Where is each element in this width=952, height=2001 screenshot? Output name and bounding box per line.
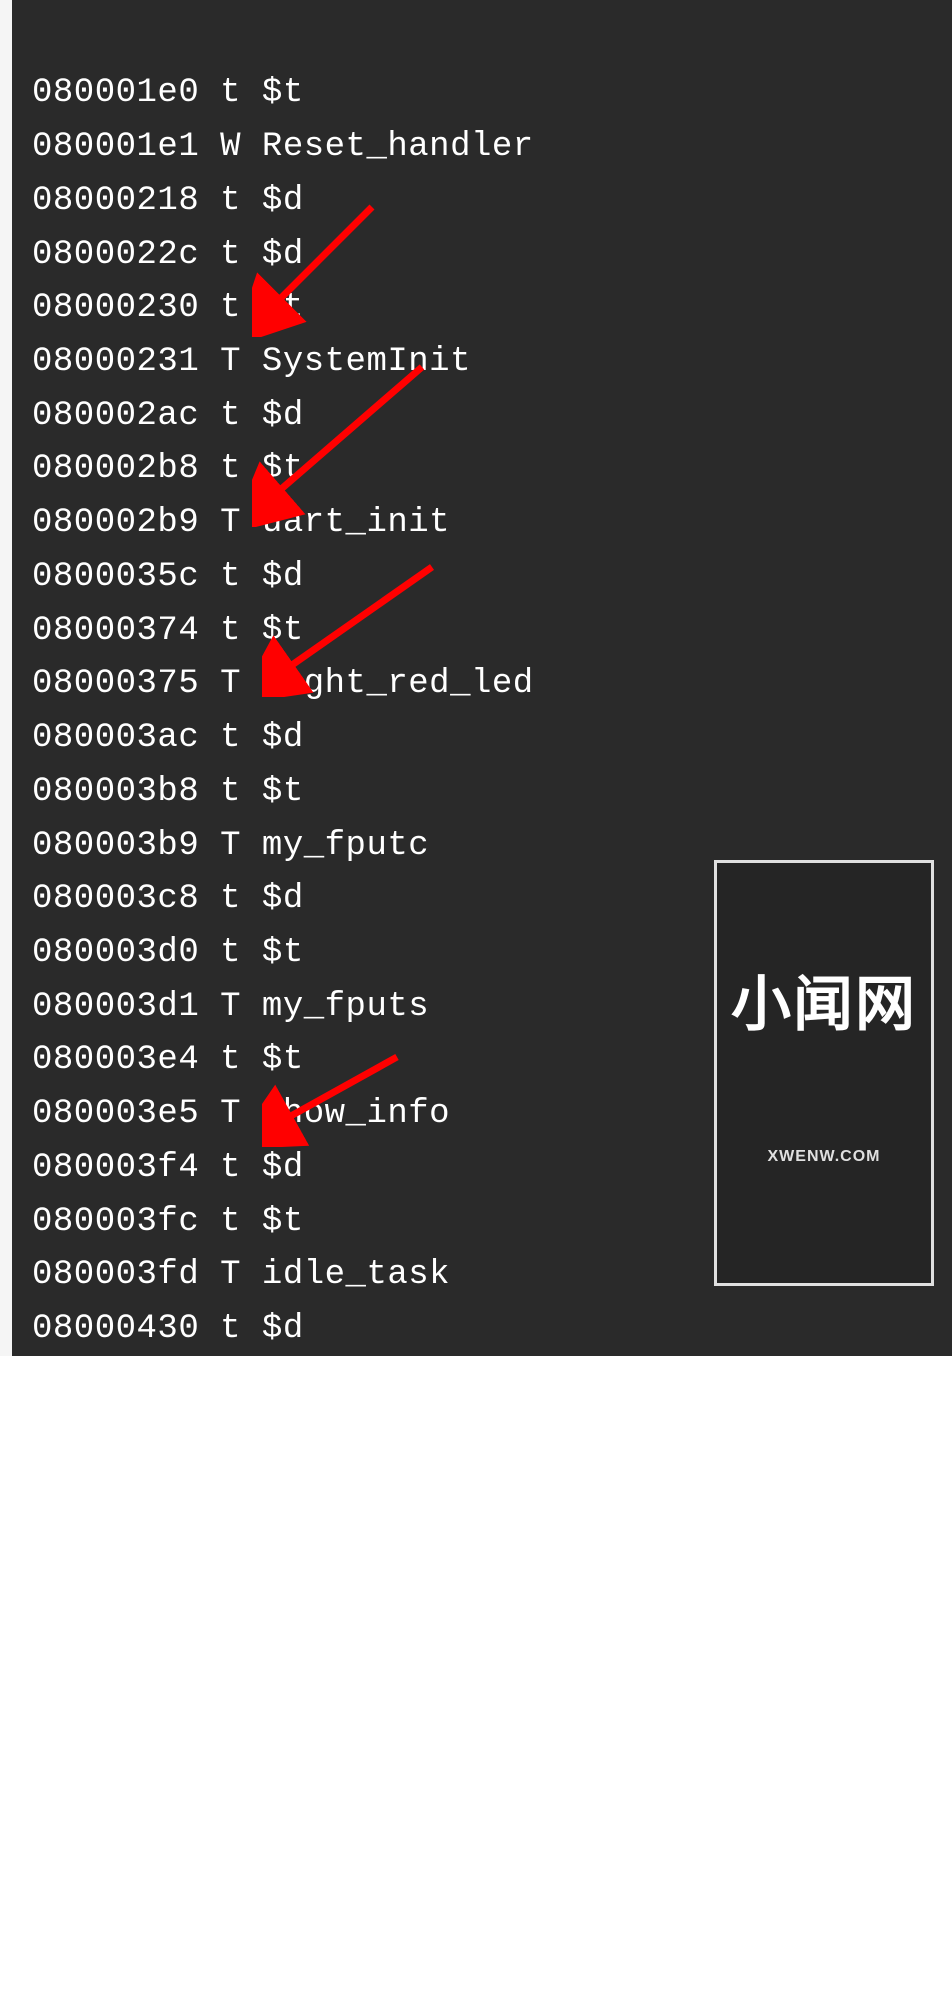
symbol-line: 080002b8 t $t — [32, 443, 952, 497]
symbol-line: 080002ac t $d — [32, 390, 952, 444]
symbol-line: 080002b9 T uart_init — [32, 497, 952, 551]
symbol-line: 0800022c t $d — [32, 229, 952, 283]
terminal-output: 080001e0 t $t080001e1 W Reset_handler080… — [12, 0, 952, 1356]
symbol-line: 08000430 t $d — [32, 1303, 952, 1357]
symbol-line: 080001e1 W Reset_handler — [32, 121, 952, 175]
watermark: 小闻网 XWENW.COM — [714, 860, 934, 1286]
symbol-line: 0800035c t $d — [32, 551, 952, 605]
symbol-line: 080001e0 t $t — [32, 67, 952, 121]
symbol-line: 08000230 t $t — [32, 282, 952, 336]
symbol-line: 080003ac t $d — [32, 712, 952, 766]
symbol-line: 080003b8 t $t — [32, 766, 952, 820]
watermark-url: XWENW.COM — [731, 1144, 917, 1169]
symbol-line: 08000375 T light_red_led — [32, 658, 952, 712]
symbol-line: 08000231 T SystemInit — [32, 336, 952, 390]
symbol-line: 08000218 t $d — [32, 175, 952, 229]
left-gutter — [0, 0, 12, 1356]
symbol-line: 08000374 t $t — [32, 605, 952, 659]
symbol-line: 0800043c t $t — [32, 1357, 952, 1411]
watermark-text: 小闻网 — [731, 975, 917, 1035]
